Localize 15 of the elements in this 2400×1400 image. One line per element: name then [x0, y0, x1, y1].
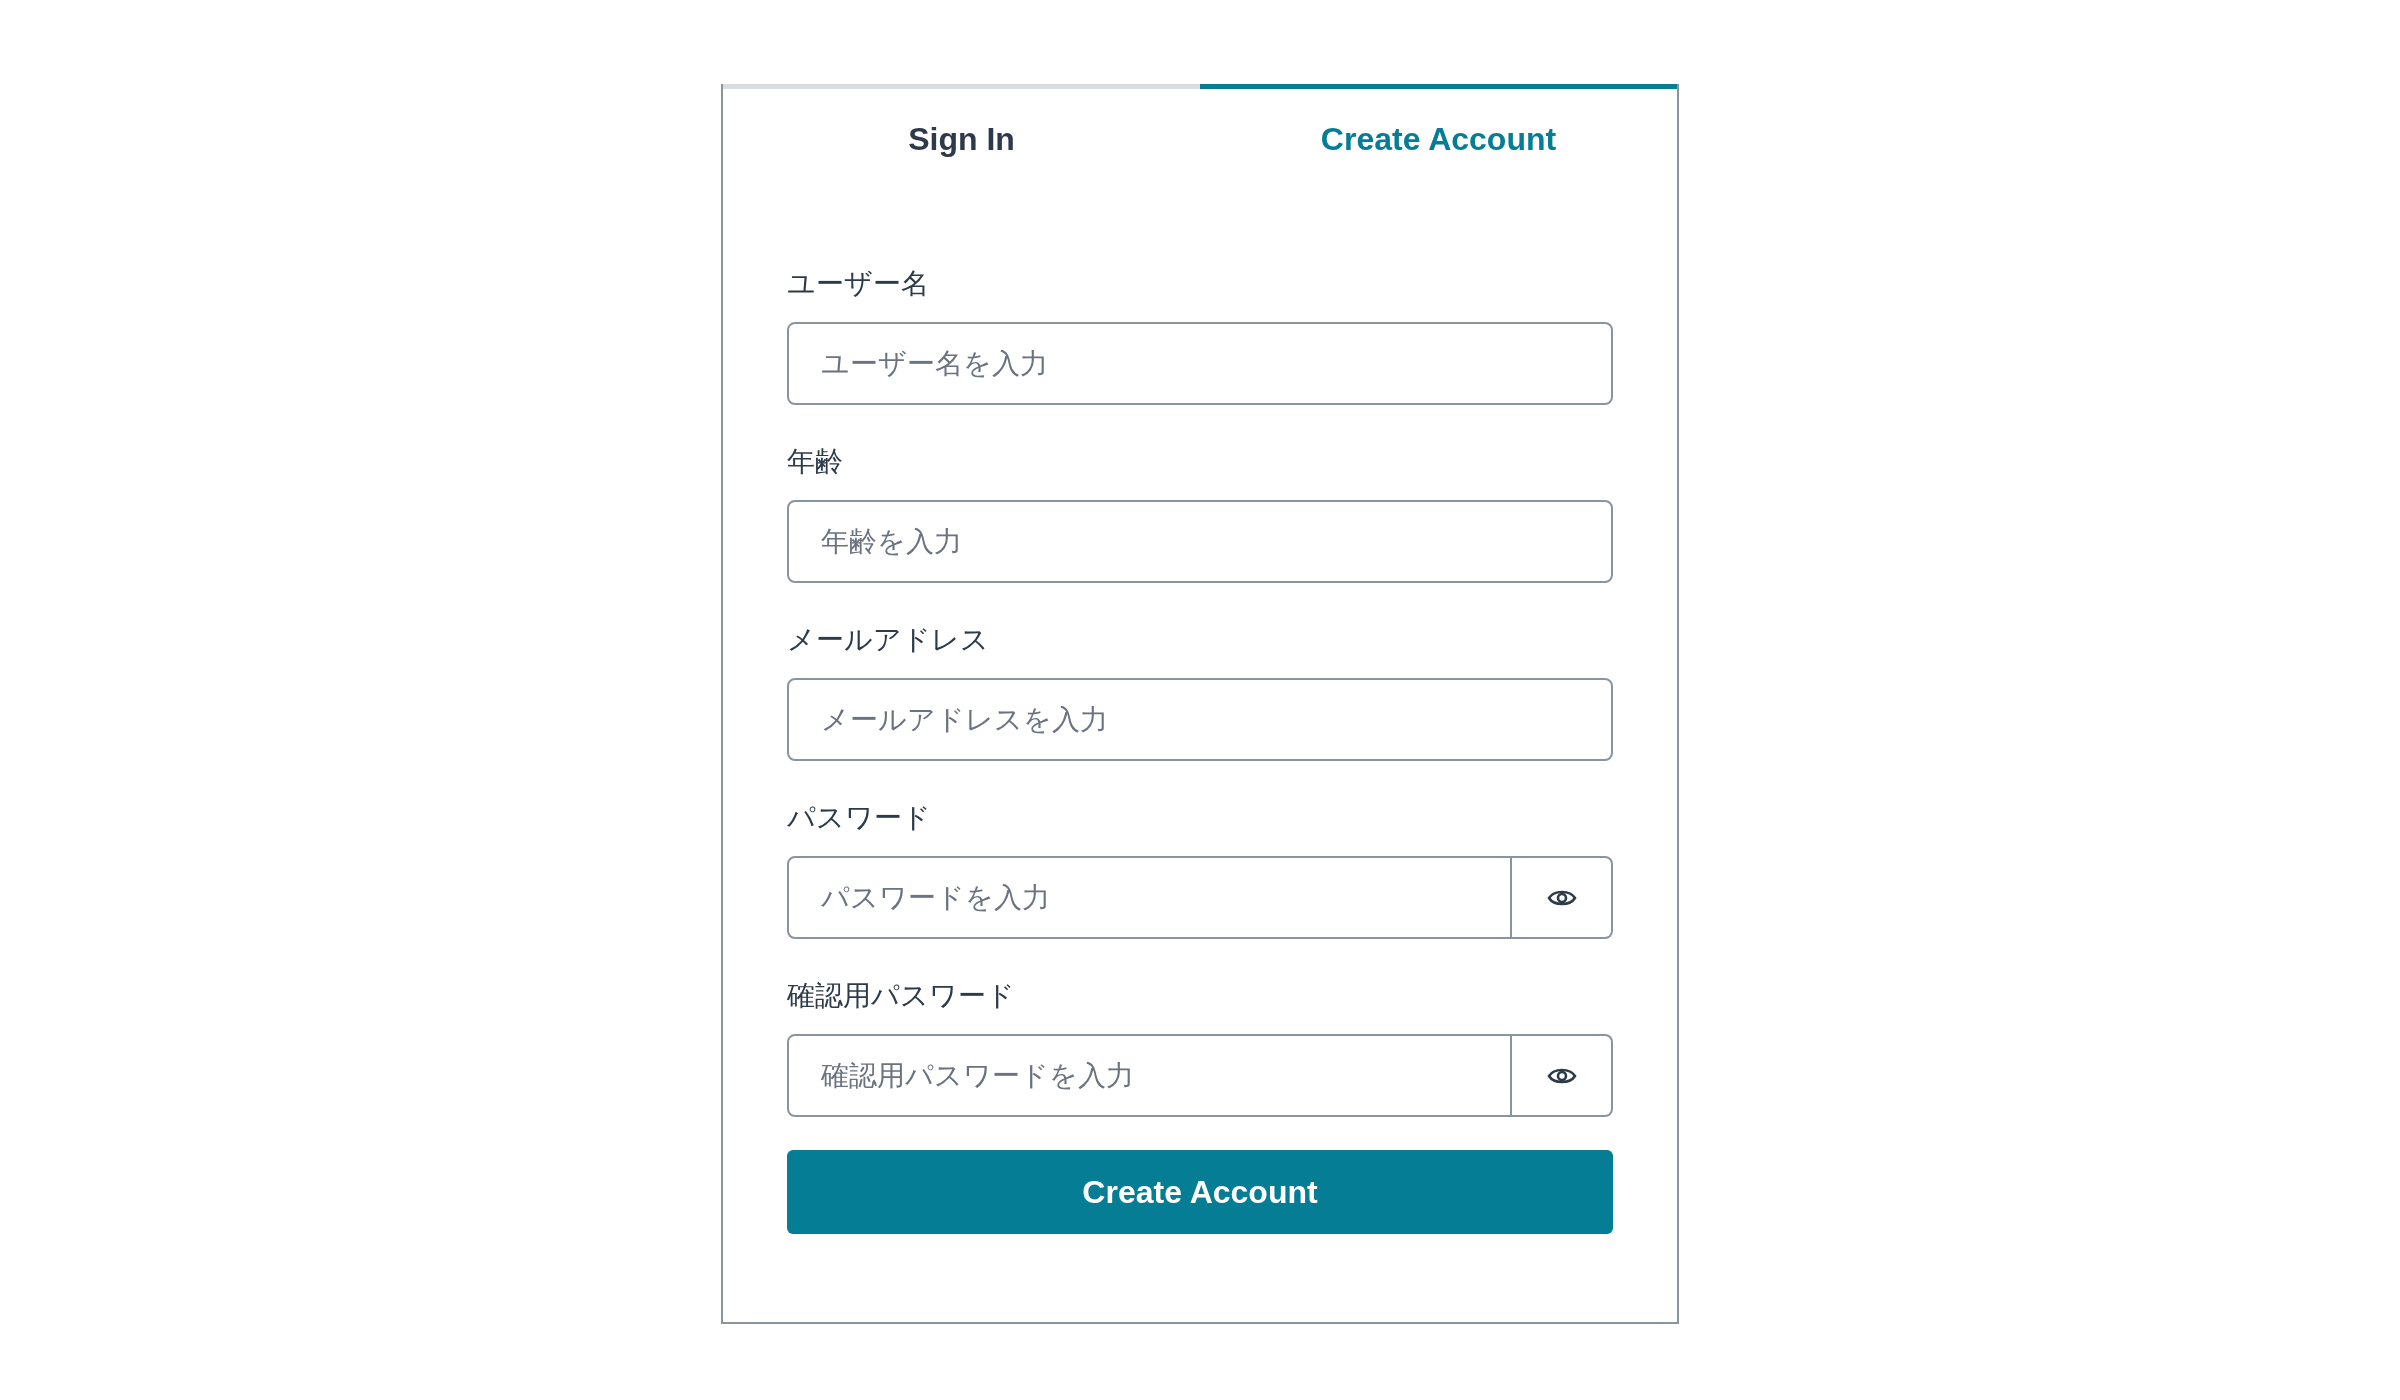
- field-label: パスワード: [787, 801, 932, 835]
- show-password-button[interactable]: [1512, 1034, 1613, 1117]
- field-label: ユーザー名: [787, 267, 930, 301]
- tab[interactable]: Create Account: [1200, 84, 1677, 192]
- text-field[interactable]: ユーザー名を入力: [787, 322, 1613, 405]
- tab[interactable]: Sign In: [723, 84, 1200, 192]
- password-field[interactable]: 確認用パスワードを入力: [787, 1034, 1512, 1117]
- field-label: 確認用パスワード: [787, 979, 1016, 1013]
- field-label: 年齢: [787, 445, 844, 479]
- text-field[interactable]: メールアドレスを入力: [787, 678, 1613, 761]
- password-field[interactable]: パスワードを入力: [787, 856, 1512, 939]
- text-field[interactable]: 年齢を入力: [787, 500, 1613, 583]
- create-account-button[interactable]: Create Account: [787, 1150, 1613, 1234]
- show-password-button[interactable]: [1512, 856, 1613, 939]
- field-label: メールアドレス: [787, 623, 990, 657]
